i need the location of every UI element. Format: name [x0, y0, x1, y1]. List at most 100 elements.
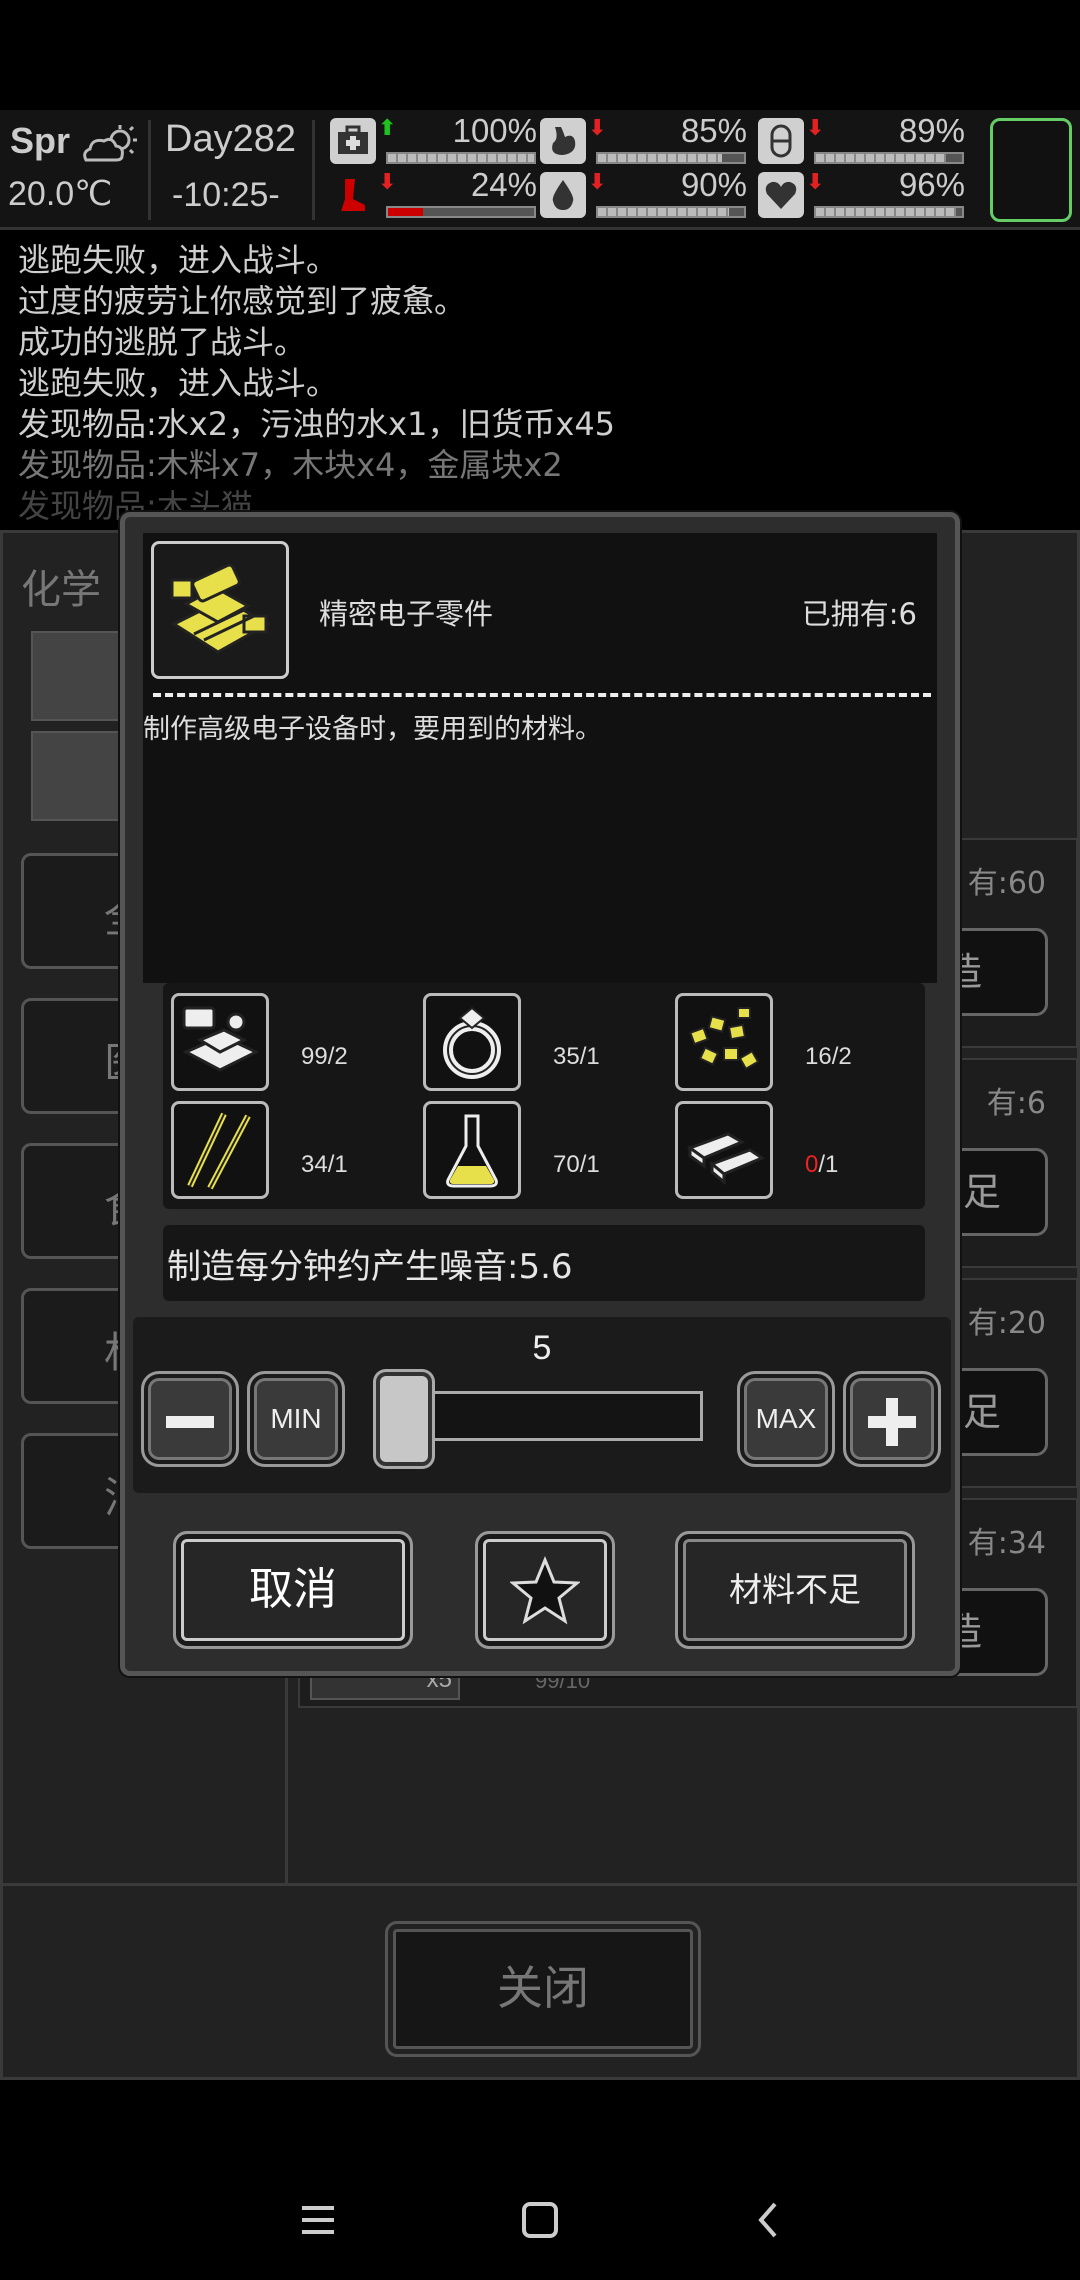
material-need: /1	[579, 1151, 600, 1178]
stat-value: 24%	[470, 166, 537, 203]
stat-bar-fill	[388, 208, 424, 216]
quantity-slider[interactable]	[373, 1372, 703, 1466]
partly-cloudy-icon	[83, 125, 137, 162]
stat-bar-fill	[816, 208, 957, 216]
temperature-label: 20.0℃	[8, 175, 113, 213]
owned-count: 有:6	[986, 1086, 1046, 1121]
log-line: 逃跑失败，进入战斗。	[18, 364, 339, 402]
log-line: 逃跑失败，进入战斗。	[18, 241, 339, 279]
item-description: 制作高级电子设备时，要用到的材料。	[143, 714, 602, 745]
owned-count: 有:20	[967, 1306, 1046, 1341]
quantity-selector: 5 MIN MAX	[133, 1317, 951, 1493]
ring-icon	[423, 993, 521, 1091]
day-counter: Day282	[165, 118, 296, 160]
message-log: 逃跑失败，进入战斗。 过度的疲劳让你感觉到了疲惫。 成功的逃脱了战斗。 逃跑失败…	[0, 240, 1080, 520]
gold-pieces-icon	[675, 993, 773, 1091]
stat-bar	[596, 206, 746, 218]
stat-thirst: ⬇ 90%	[540, 166, 755, 223]
stat-heart: ⬇ 96%	[758, 166, 973, 223]
water-drop-icon	[540, 172, 586, 218]
season-label: Spr	[10, 120, 71, 161]
craft-button[interactable]: 材料不足	[675, 1531, 915, 1649]
material-have: 16	[805, 1043, 832, 1070]
stat-value: 85%	[680, 112, 747, 149]
system-nav-bar	[0, 2160, 1080, 2280]
metal-bars-icon	[675, 1101, 773, 1199]
materials-grid: 99/2 35/1 16/2 34/1 70/1 0/1	[163, 983, 925, 1209]
material-slot[interactable]: 16/2	[675, 993, 915, 1093]
home-icon[interactable]	[510, 2190, 570, 2250]
flask-icon	[423, 1101, 521, 1199]
log-line: 发现物品:水x2，污浊的水x1，旧货币x45	[18, 405, 616, 443]
stat-bar-fill	[816, 154, 946, 162]
stat-bar-fill	[388, 154, 534, 162]
arrow-down-icon: ⬇	[378, 170, 397, 195]
status-hud: Spr 20.0℃ Day282 -10:25- ⬆ 100% ⬇ 85% ⬇ 89% ⬇ 2…	[0, 110, 1080, 230]
item-header: 精密电子零件 已拥有:6 制作高级电子设备时，要用到的材料。	[143, 533, 937, 983]
material-need: /1	[818, 1151, 839, 1178]
wires-icon	[171, 1101, 269, 1199]
material-have: 99	[301, 1043, 328, 1070]
log-line: 成功的逃脱了战斗。	[18, 323, 307, 361]
divider	[153, 693, 931, 697]
owned-count: 已拥有:6	[801, 597, 917, 631]
material-slot[interactable]: 70/1	[423, 1101, 663, 1201]
decrease-button[interactable]	[141, 1371, 239, 1467]
material-slot[interactable]: 35/1	[423, 993, 663, 1093]
quantity-value: 5	[532, 1329, 552, 1367]
electronic-parts-icon	[151, 541, 289, 679]
owned-count: 有:60	[967, 866, 1046, 901]
min-button[interactable]: MIN	[247, 1371, 345, 1467]
item-detail-dialog: 精密电子零件 已拥有:6 制作高级电子设备时，要用到的材料。 99/2 35/1…	[120, 512, 960, 1676]
max-button[interactable]: MAX	[737, 1371, 835, 1467]
star-icon	[509, 1556, 581, 1625]
item-name: 精密电子零件	[319, 597, 494, 631]
pill-icon	[758, 118, 804, 164]
arrow-down-icon: ⬇	[806, 170, 825, 195]
close-button[interactable]: 关闭	[385, 1921, 701, 2057]
material-slot[interactable]: 34/1	[171, 1101, 411, 1201]
stat-value: 90%	[680, 166, 747, 203]
stat-bar	[596, 152, 746, 164]
material-have: 34	[301, 1151, 328, 1178]
material-slot[interactable]: 0/1	[675, 1101, 915, 1201]
material-need: /2	[831, 1043, 852, 1070]
cancel-button[interactable]: 取消	[173, 1531, 413, 1649]
stat-health: ⬆ 100%	[330, 112, 545, 169]
material-have: 70	[553, 1151, 580, 1178]
log-line: 发现物品:木料x7，木块x4，金属块x2	[18, 446, 563, 484]
divider	[312, 120, 315, 220]
menu-icon[interactable]	[288, 2190, 348, 2250]
category-title: 化学	[21, 567, 101, 613]
arrow-down-icon: ⬇	[588, 170, 607, 195]
back-icon[interactable]	[738, 2190, 798, 2250]
divider	[148, 120, 151, 220]
stat-bar-fill	[598, 154, 723, 162]
material-slot[interactable]: 99/2	[171, 993, 411, 1093]
material-have: 35	[553, 1043, 580, 1070]
equipment-slot[interactable]	[990, 118, 1072, 222]
stat-bar-fill	[598, 208, 730, 216]
favorite-button[interactable]	[475, 1531, 615, 1649]
slider-handle[interactable]	[376, 1372, 432, 1466]
stat-bar	[386, 152, 536, 164]
material-need: /2	[327, 1043, 348, 1070]
material-need: /1	[579, 1043, 600, 1070]
owned-count: 有:34	[967, 1526, 1046, 1561]
heart-icon	[758, 172, 804, 218]
material-have-insufficient: 0	[805, 1151, 819, 1178]
close-bar: 关闭	[3, 1883, 1080, 2083]
medkit-icon	[330, 118, 376, 164]
stat-injury: ⬇ 24%	[330, 166, 545, 223]
machine-parts-icon	[171, 993, 269, 1091]
stomach-icon	[540, 118, 586, 164]
arrow-down-icon: ⬇	[588, 116, 607, 141]
stat-value: 89%	[898, 112, 965, 149]
minus-icon	[166, 1416, 214, 1428]
leg-icon	[330, 172, 376, 218]
stat-hunger: ⬇ 85%	[540, 112, 755, 169]
log-line: 过度的疲劳让你感觉到了疲惫。	[18, 282, 467, 320]
noise-info: 制造每分钟约产生噪音:5.6	[163, 1225, 925, 1301]
increase-button[interactable]	[843, 1371, 941, 1467]
stat-value: 100%	[452, 112, 537, 149]
